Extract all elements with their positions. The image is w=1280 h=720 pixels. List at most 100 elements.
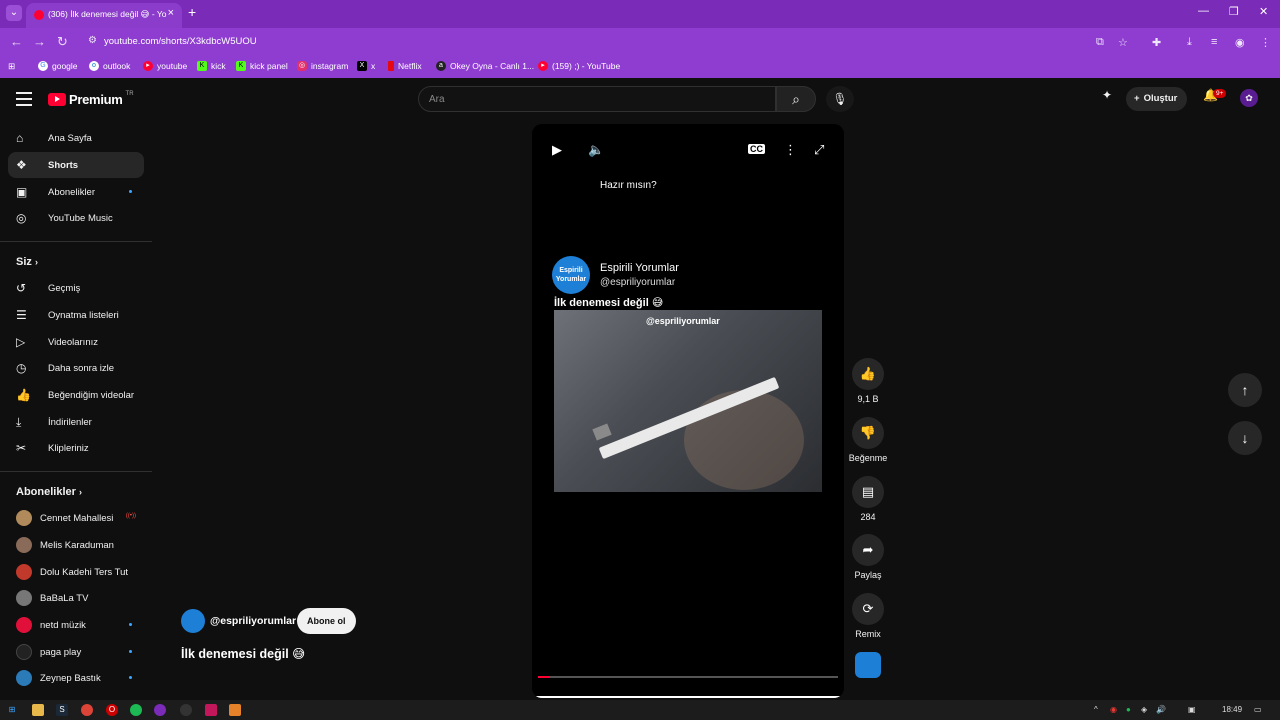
subscribe-button[interactable]: Abone ol — [297, 608, 356, 634]
close-window-button[interactable]: ✕ — [1259, 5, 1268, 18]
chevron-right-icon: › — [78, 487, 82, 497]
tray-app-icon[interactable]: ◉ — [1110, 705, 1117, 714]
clock[interactable]: 18:49 — [1222, 705, 1242, 714]
subscription-channel[interactable]: BaBaLa TV — [8, 585, 144, 611]
bookmark-netflix[interactable]: Netflix — [388, 61, 422, 71]
dislike-label: Beğenme — [848, 453, 888, 463]
volume-icon[interactable]: 🔈 — [588, 142, 604, 158]
remix-button[interactable]: ⟳ Remix — [848, 593, 888, 639]
you-section-heading[interactable]: Siz › — [16, 256, 38, 268]
channel-small-logo[interactable] — [181, 609, 205, 633]
app-icon[interactable] — [229, 704, 241, 716]
downloads-icon[interactable]: ⤓ — [1187, 36, 1192, 49]
subscription-channel[interactable]: Zeynep Bastık — [8, 665, 144, 691]
volume-tray-icon[interactable]: 🔊 — [1156, 705, 1166, 714]
search-button[interactable]: ⌕ — [776, 86, 816, 112]
steam-icon[interactable]: S — [56, 704, 68, 716]
sidebar-item-label: Geçmiş — [48, 282, 81, 294]
subscription-channel[interactable]: netd müzik — [8, 612, 144, 638]
site-info-icon[interactable]: ⚙ — [88, 35, 97, 46]
spotify-icon[interactable] — [130, 704, 142, 716]
forward-arrow-icon[interactable]: → — [33, 34, 46, 49]
premium-gift-icon[interactable]: ✦ — [1102, 88, 1112, 102]
bookmark-kick-panel[interactable]: Kkick panel — [236, 61, 288, 71]
active-tab[interactable]: (306) İlk denemesi değil 😅 - Yo × — [26, 3, 182, 28]
browser-active-icon[interactable] — [154, 704, 166, 716]
search-input[interactable]: Ara — [418, 86, 776, 112]
sidebar-item-watch-later[interactable]: ◷ Daha sonra izle — [8, 355, 144, 381]
tray-chevron-icon[interactable]: ^ — [1094, 705, 1098, 714]
file-explorer-icon[interactable] — [32, 704, 44, 716]
address-bar[interactable]: ⚙ youtube.com/shorts/X3kdbcW5UOU — [82, 31, 1142, 53]
sidebar-item-downloads[interactable]: ⤓ İndirilenler — [8, 409, 144, 435]
sidebar-item-home[interactable]: ⌂ Ana Sayfa — [8, 125, 144, 151]
subscription-channel[interactable]: Melis Karaduman — [8, 532, 144, 558]
shorts-player[interactable]: ▶ 🔈 CC ⋮ ⤢ Hazır mısın? Espirili Yorumla… — [532, 124, 844, 698]
sidebar-item-subscriptions[interactable]: ▣ Abonelikler — [8, 179, 144, 205]
bookmark-x[interactable]: Xx — [357, 61, 375, 71]
reload-icon[interactable]: ↻ — [57, 34, 68, 50]
subscription-channel[interactable]: Cennet Mahallesi ((•)) — [8, 505, 144, 531]
install-app-icon[interactable]: ⧉ — [1096, 36, 1104, 49]
bookmark-kick[interactable]: Kkick — [197, 61, 226, 71]
apps-grid-icon[interactable]: ⊞ — [8, 61, 15, 72]
bookmark-outlook[interactable]: o outlook — [89, 61, 130, 71]
chrome-icon[interactable] — [81, 704, 93, 716]
bookmark-youtube[interactable]: ▸ youtube — [143, 61, 187, 71]
windows-start-icon[interactable]: ⊞ — [6, 704, 18, 716]
media-controls-icon[interactable]: ≡ — [1211, 36, 1217, 48]
subscription-channel[interactable]: Dolu Kadehi Ters Tut — [8, 559, 144, 585]
more-options-icon[interactable]: ⋮ — [784, 142, 797, 158]
opera-icon[interactable]: O — [106, 704, 118, 716]
bookmark-google[interactable]: Ggoogle — [38, 61, 78, 71]
netflix-icon — [388, 61, 394, 71]
create-button[interactable]: + Oluştur — [1126, 87, 1188, 111]
progress-bar[interactable] — [538, 676, 838, 678]
new-tab-button[interactable]: + — [188, 4, 196, 20]
like-button[interactable]: 👍 9,1 B — [848, 358, 888, 404]
fullscreen-icon[interactable]: ⤢ — [814, 142, 824, 158]
subscription-channel[interactable]: paga play — [8, 639, 144, 665]
bookmark-okey[interactable]: a Okey Oyna - Canlı 1... — [436, 61, 534, 71]
profile-icon[interactable]: ◉ — [1235, 36, 1245, 49]
menu-hamburger-icon[interactable] — [16, 92, 32, 106]
chrome-menu-icon[interactable]: ⋮ — [1260, 36, 1271, 49]
youtube-premium-logo[interactable]: Premium TR — [48, 91, 134, 107]
sidebar-item-liked-videos[interactable]: 👍 Beğendiğim videolar — [8, 382, 144, 408]
sidebar-item-shorts[interactable]: ❖ Shorts — [8, 152, 144, 178]
sidebar-item-playlists[interactable]: ☰ Oynatma listeleri — [8, 302, 144, 328]
bookmark-star-icon[interactable]: ☆ — [1118, 36, 1128, 49]
channel-thumbnail-button[interactable] — [855, 652, 881, 678]
tab-search-button[interactable]: ⌄ — [6, 5, 22, 21]
microphone-icon: 🎙 — [832, 92, 848, 106]
account-avatar[interactable]: ✿ — [1240, 89, 1258, 107]
voice-search-button[interactable]: 🎙 — [826, 86, 854, 112]
app-icon[interactable] — [205, 704, 217, 716]
browser-toolbar: ← → ↻ ⚙ youtube.com/shorts/X3kdbcW5UOU ⧉… — [0, 28, 1280, 56]
subscriptions-section-heading[interactable]: Abonelikler › — [16, 486, 82, 498]
notification-center-icon[interactable]: ▭ — [1254, 705, 1262, 714]
sidebar-item-history[interactable]: ↺ Geçmiş — [8, 275, 144, 301]
tray-app-icon[interactable]: ▣ — [1188, 705, 1196, 714]
next-short-button[interactable]: ↓ — [1228, 421, 1262, 455]
tab-close-button[interactable]: × — [168, 7, 174, 19]
sidebar-item-your-videos[interactable]: ▷ Videolarınız — [8, 329, 144, 355]
play-icon[interactable]: ▶ — [552, 142, 562, 158]
previous-short-button[interactable]: ↑ — [1228, 373, 1262, 407]
restore-button[interactable]: ❐ — [1229, 5, 1239, 18]
sidebar-item-youtube-music[interactable]: ◎ YouTube Music — [8, 205, 144, 231]
back-arrow-icon[interactable]: ← — [10, 34, 23, 49]
bookmark-youtube-2[interactable]: ▸ (159) ;) - YouTube — [538, 61, 620, 71]
bookmark-instagram[interactable]: ◎ instagram — [297, 61, 348, 71]
minimize-button[interactable]: — — [1198, 5, 1209, 17]
tray-steam-icon[interactable]: ◈ — [1141, 705, 1147, 714]
tray-app-icon[interactable]: ● — [1126, 705, 1131, 714]
sidebar-item-clips[interactable]: ✂ Klipleriniz — [8, 435, 144, 461]
app-icon[interactable] — [180, 704, 192, 716]
share-button[interactable]: ➦ Paylaş — [848, 534, 888, 580]
extensions-icon[interactable]: ✚ — [1152, 36, 1161, 49]
channel-handle[interactable]: @espriliyorumlar — [210, 615, 296, 627]
dislike-button[interactable]: 👎 Beğenme — [848, 417, 888, 463]
comments-button[interactable]: ▤ 284 — [848, 476, 888, 522]
captions-icon[interactable]: CC — [748, 144, 765, 154]
